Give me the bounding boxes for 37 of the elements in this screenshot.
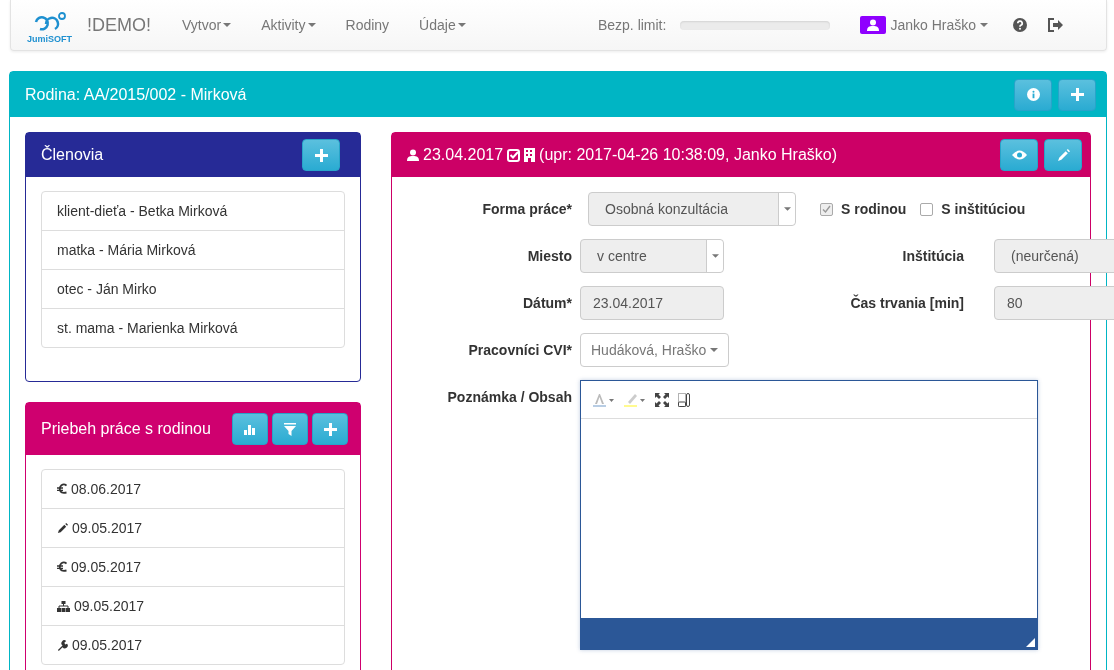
member-item[interactable]: matka - Mária Mirková [42, 230, 344, 269]
menu-item[interactable]: Aktivity [246, 17, 331, 33]
activity-date: 23.04.2017 [423, 146, 504, 164]
form-type-select[interactable]: Osobná konzultácia [588, 192, 796, 226]
panel-title: Členovia [41, 146, 105, 164]
field-label: Forma práce* [481, 201, 572, 217]
progress-item[interactable]: 09.05.2017 [42, 547, 344, 586]
activity-updated: (upr: 2017-04-26 10:38:09, Janko Hraško) [539, 146, 838, 164]
field-label: Miesto [526, 248, 572, 264]
progress-item[interactable]: 09.05.2017 [42, 508, 344, 547]
checkbox[interactable]: S rodinou [820, 201, 907, 217]
date-field[interactable]: 23.04.2017 [580, 286, 724, 320]
field-label: Pracovníci CVI* [467, 342, 572, 358]
field-label: Dátum* [522, 295, 572, 311]
duration-field[interactable]: 80 [994, 286, 1114, 320]
workers-dropdown[interactable]: Hudáková, Hraško [580, 333, 730, 367]
member-item[interactable]: st. mama - Marienka Mirková [42, 308, 344, 347]
institution-select[interactable]: (neurčená) [994, 239, 1114, 273]
field-label: Inštitúcia [901, 248, 964, 264]
user-menu[interactable]: Janko Hraško [860, 16, 1003, 34]
checkbox[interactable]: S inštitúciou [920, 201, 1026, 217]
panel-title: Priebeh práce s rodinou [41, 420, 212, 438]
menu-item[interactable]: Údaje [404, 17, 481, 33]
progress-item[interactable]: 09.05.2017 [42, 586, 344, 625]
menu-item[interactable]: Vytvor [167, 17, 247, 33]
limit-label: Bezp. limit: [597, 17, 667, 33]
logo-text: JumiSOFT [27, 34, 72, 44]
progress-item[interactable]: 08.06.2017 [42, 470, 344, 508]
panel-title: Rodina: AA/2015/002 - Mirková [25, 85, 248, 104]
member-item[interactable]: otec - Ján Mirko [42, 269, 344, 308]
brand-name[interactable]: !DEMO! [87, 14, 151, 36]
progress-item[interactable]: 09.05.2017 [42, 625, 344, 664]
menu-item[interactable]: Rodiny [330, 17, 405, 33]
field-label: Poznámka / Obsah [446, 388, 572, 405]
member-item[interactable]: klient-dieťa - Betka Mirková [42, 192, 344, 230]
place-select[interactable]: v centre [580, 239, 724, 273]
field-label: Čas trvania [min] [849, 295, 964, 311]
